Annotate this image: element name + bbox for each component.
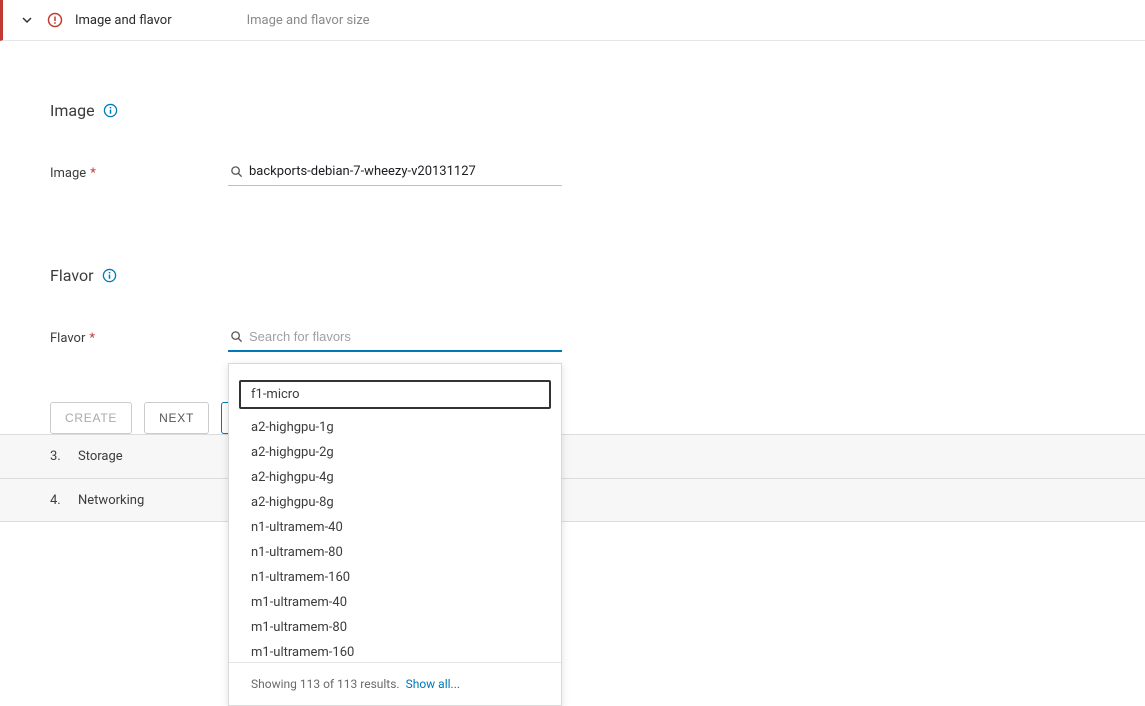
flavor-option[interactable]: n1-ultramem-40 [229, 515, 561, 540]
flavor-dropdown-list[interactable]: f1-micro a2-highgpu-1g a2-highgpu-2g a2-… [229, 364, 561, 662]
flavor-group-label: Flavor [50, 266, 94, 285]
next-button[interactable]: NEXT [144, 402, 209, 434]
flavor-option[interactable]: a2-highgpu-4g [229, 465, 561, 490]
step-storage[interactable]: 3. Storage [0, 434, 1145, 478]
required-marker: * [90, 166, 96, 181]
show-all-link[interactable]: Show all... [406, 677, 460, 691]
image-group-title: Image [50, 101, 1145, 120]
flavor-option[interactable]: m1-ultramem-80 [229, 615, 561, 640]
flavor-option[interactable]: m1-ultramem-40 [229, 590, 561, 615]
flavor-option[interactable]: m1-ultramem-160 [229, 640, 561, 662]
flavor-search-input[interactable] [249, 329, 560, 344]
step-number: 4. [50, 493, 78, 508]
flavor-group-title: Flavor [50, 266, 1145, 285]
info-icon[interactable] [103, 103, 118, 118]
flavor-dropdown[interactable]: f1-micro a2-highgpu-1g a2-highgpu-2g a2-… [228, 363, 562, 706]
step-networking[interactable]: 4. Networking [0, 478, 1145, 522]
image-group-label: Image [50, 101, 95, 120]
flavor-option[interactable]: a2-highgpu-2g [229, 440, 561, 465]
step-label: Storage [78, 449, 123, 464]
flavor-field-label: Flavor* [50, 331, 228, 346]
flavor-option[interactable]: a2-highgpu-8g [229, 490, 561, 515]
flavor-search-field[interactable] [228, 325, 562, 352]
chevron-down-icon[interactable] [21, 14, 33, 26]
required-marker: * [89, 331, 95, 346]
image-field-value: backports-debian-7-wheezy-v20131127 [249, 164, 476, 179]
flavor-field-row: Flavor* [50, 325, 1145, 352]
alert-circle-icon [47, 12, 63, 28]
flavor-option[interactable]: f1-micro [239, 380, 551, 409]
flavor-option[interactable]: a2-highgpu-1g [229, 415, 561, 440]
header-title: Image and flavor [75, 13, 172, 28]
image-search-field[interactable]: backports-debian-7-wheezy-v20131127 [228, 160, 562, 186]
flavor-option[interactable]: n1-ultramem-80 [229, 540, 561, 565]
content-area: Image Image* backports-debian-7-wheezy-v… [0, 41, 1145, 434]
step-label: Networking [78, 493, 144, 508]
create-button: CREATE [50, 402, 132, 434]
image-field-label: Image* [50, 166, 228, 181]
dropdown-footer: Showing 113 of 113 results. Show all... [229, 662, 561, 705]
step-number: 3. [50, 449, 78, 464]
dropdown-results-text: Showing 113 of 113 results. [251, 677, 400, 691]
buttons-row: CREATE NEXT C [50, 402, 1145, 434]
image-field-row: Image* backports-debian-7-wheezy-v201311… [50, 160, 1145, 186]
search-icon [230, 330, 243, 343]
info-icon[interactable] [102, 268, 117, 283]
header-subtitle: Image and flavor size [247, 13, 370, 28]
flavor-option[interactable]: n1-ultramem-160 [229, 565, 561, 590]
search-icon [230, 165, 243, 178]
section-header[interactable]: Image and flavor Image and flavor size [0, 0, 1145, 41]
